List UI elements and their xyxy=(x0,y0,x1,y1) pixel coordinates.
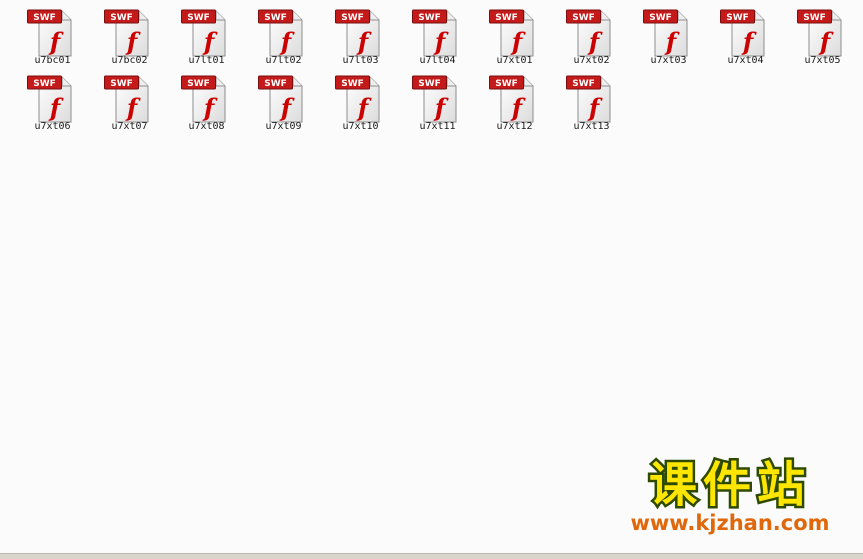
file-type-badge: SWF xyxy=(341,79,364,89)
file-item-u7xt02[interactable]: SWF f u7xt02 xyxy=(553,4,630,70)
file-name-label: u7xt09 xyxy=(265,121,302,132)
file-name-label: u7xt02 xyxy=(573,55,610,66)
flash-swf-file-icon: SWF f xyxy=(181,75,226,123)
window-bottom-edge xyxy=(0,553,863,559)
file-name-label: u7bc02 xyxy=(111,55,148,66)
file-type-badge: SWF xyxy=(726,13,749,23)
file-type-badge: SWF xyxy=(33,13,56,23)
file-type-badge: SWF xyxy=(341,13,364,23)
file-type-badge: SWF xyxy=(264,13,287,23)
file-name-label: u7xt05 xyxy=(804,55,841,66)
flash-swf-file-icon: SWF f xyxy=(566,75,611,123)
flash-swf-file-icon: SWF f xyxy=(643,9,688,57)
file-item-u7xt13[interactable]: SWF f u7xt13 xyxy=(553,70,630,136)
file-item-u7lt04[interactable]: SWF f u7lt04 xyxy=(399,4,476,70)
watermark-url: www.kjzhan.com xyxy=(630,511,830,535)
file-name-label: u7xt10 xyxy=(342,121,379,132)
flash-swf-file-icon: SWF f xyxy=(335,9,380,57)
file-item-u7bc02[interactable]: SWF f u7bc02 xyxy=(91,4,168,70)
file-item-u7xt04[interactable]: SWF f u7xt04 xyxy=(707,4,784,70)
file-name-label: u7xt13 xyxy=(573,121,610,132)
file-type-badge: SWF xyxy=(418,13,441,23)
file-name-label: u7xt04 xyxy=(727,55,764,66)
file-item-u7xt11[interactable]: SWF f u7xt11 xyxy=(399,70,476,136)
file-type-badge: SWF xyxy=(264,79,287,89)
file-name-label: u7xt07 xyxy=(111,121,148,132)
file-type-badge: SWF xyxy=(33,79,56,89)
file-name-label: u7lt03 xyxy=(342,55,379,66)
file-name-label: u7xt06 xyxy=(34,121,71,132)
file-item-u7lt02[interactable]: SWF f u7lt02 xyxy=(245,4,322,70)
file-list-pane: SWF f u7bc01 SWF f u7bc02 SWF f u7lt01 S… xyxy=(0,0,863,553)
flash-swf-file-icon: SWF f xyxy=(489,75,534,123)
file-type-badge: SWF xyxy=(572,13,595,23)
flash-swf-file-icon: SWF f xyxy=(720,9,765,57)
flash-swf-file-icon: SWF f xyxy=(412,75,457,123)
file-type-badge: SWF xyxy=(418,79,441,89)
file-name-label: u7xt12 xyxy=(496,121,533,132)
file-item-u7xt03[interactable]: SWF f u7xt03 xyxy=(630,4,707,70)
flash-swf-file-icon: SWF f xyxy=(797,9,842,57)
file-item-u7lt01[interactable]: SWF f u7lt01 xyxy=(168,4,245,70)
flash-swf-file-icon: SWF f xyxy=(27,9,72,57)
flash-swf-file-icon: SWF f xyxy=(181,9,226,57)
file-item-u7xt05[interactable]: SWF f u7xt05 xyxy=(784,4,861,70)
flash-swf-file-icon: SWF f xyxy=(258,9,303,57)
file-item-u7xt01[interactable]: SWF f u7xt01 xyxy=(476,4,553,70)
file-type-badge: SWF xyxy=(495,79,518,89)
file-name-label: u7lt04 xyxy=(419,55,456,66)
flash-swf-file-icon: SWF f xyxy=(104,9,149,57)
flash-swf-file-icon: SWF f xyxy=(104,75,149,123)
flash-swf-file-icon: SWF f xyxy=(27,75,72,123)
file-name-label: u7bc01 xyxy=(34,55,71,66)
file-item-u7xt10[interactable]: SWF f u7xt10 xyxy=(322,70,399,136)
flash-swf-file-icon: SWF f xyxy=(489,9,534,57)
file-item-u7bc01[interactable]: SWF f u7bc01 xyxy=(14,4,91,70)
file-type-badge: SWF xyxy=(495,13,518,23)
file-type-badge: SWF xyxy=(187,79,210,89)
file-name-label: u7xt11 xyxy=(419,121,456,132)
flash-swf-file-icon: SWF f xyxy=(335,75,380,123)
file-name-label: u7xt01 xyxy=(496,55,533,66)
file-item-u7xt06[interactable]: SWF f u7xt06 xyxy=(14,70,91,136)
flash-swf-file-icon: SWF f xyxy=(412,9,457,57)
file-name-label: u7xt03 xyxy=(650,55,687,66)
file-type-badge: SWF xyxy=(110,13,133,23)
file-type-badge: SWF xyxy=(649,13,672,23)
flash-swf-file-icon: SWF f xyxy=(566,9,611,57)
file-name-label: u7lt02 xyxy=(265,55,302,66)
watermark-title: 课件站 xyxy=(646,456,811,515)
file-icon-grid: SWF f u7bc01 SWF f u7bc02 SWF f u7lt01 S… xyxy=(14,4,861,136)
file-item-u7lt03[interactable]: SWF f u7lt03 xyxy=(322,4,399,70)
file-item-u7xt08[interactable]: SWF f u7xt08 xyxy=(168,70,245,136)
file-item-u7xt09[interactable]: SWF f u7xt09 xyxy=(245,70,322,136)
file-name-label: u7lt01 xyxy=(188,55,225,66)
file-type-badge: SWF xyxy=(803,13,826,23)
file-name-label: u7xt08 xyxy=(188,121,225,132)
watermark-logo: 课件站 www.kjzhan.com xyxy=(612,456,848,538)
file-type-badge: SWF xyxy=(187,13,210,23)
flash-swf-file-icon: SWF f xyxy=(258,75,303,123)
file-type-badge: SWF xyxy=(110,79,133,89)
file-item-u7xt07[interactable]: SWF f u7xt07 xyxy=(91,70,168,136)
file-type-badge: SWF xyxy=(572,79,595,89)
file-item-u7xt12[interactable]: SWF f u7xt12 xyxy=(476,70,553,136)
